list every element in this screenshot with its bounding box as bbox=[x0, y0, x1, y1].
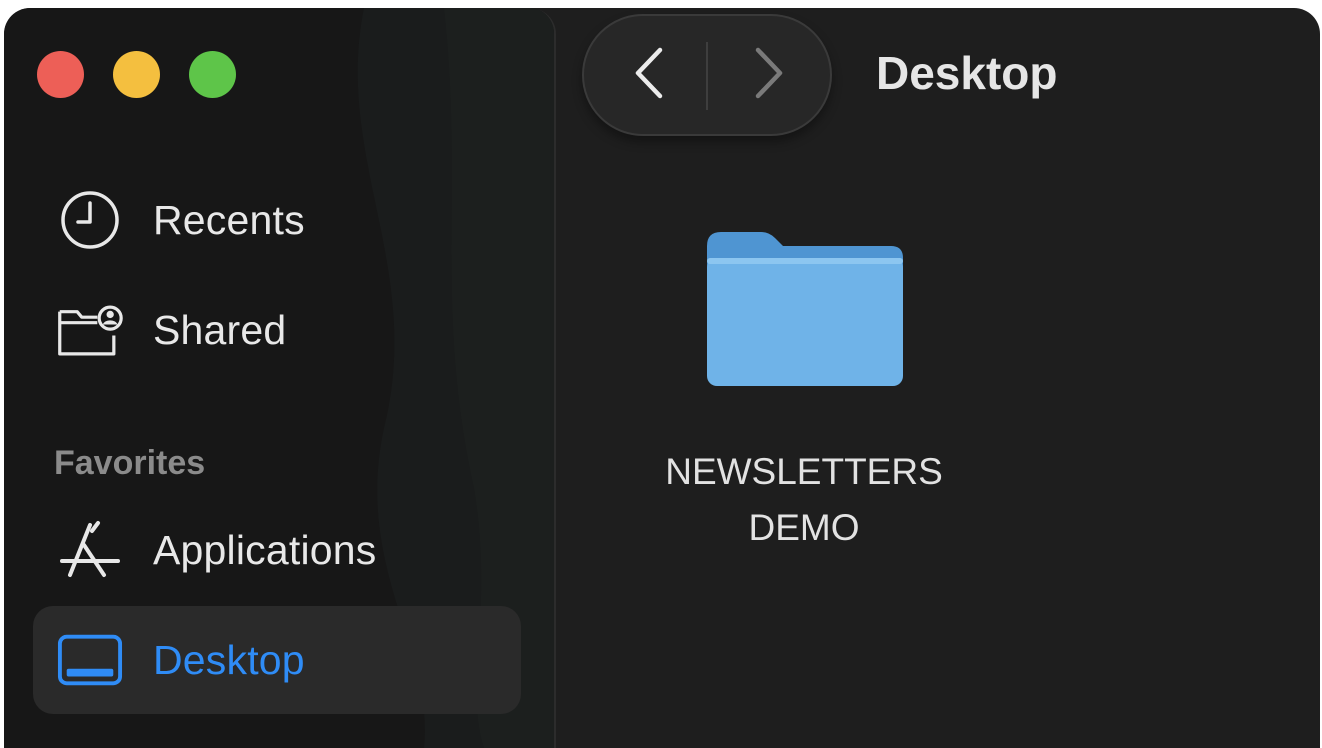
forward-button[interactable] bbox=[714, 16, 824, 134]
sidebar-item-applications[interactable]: Applications bbox=[33, 496, 521, 604]
minimize-button[interactable] bbox=[113, 51, 160, 98]
sidebar-item-shared[interactable]: Shared bbox=[33, 276, 521, 384]
navigation-buttons bbox=[582, 14, 832, 136]
chevron-left-icon bbox=[632, 46, 666, 105]
sidebar-item-desktop[interactable]: Desktop bbox=[33, 606, 521, 714]
window-title: Desktop bbox=[876, 47, 1058, 99]
sidebar-item-label: Applications bbox=[153, 526, 377, 573]
sidebar-item-recents[interactable]: Recents bbox=[33, 166, 521, 274]
desktop-icon bbox=[57, 627, 123, 693]
file-name-label: NEWSLETTERS DEMO bbox=[665, 451, 943, 548]
folder-icon bbox=[699, 218, 909, 388]
window-controls bbox=[37, 51, 236, 98]
finder-window: Recents Shared Favorites Applications De… bbox=[4, 8, 1320, 748]
sidebar-item-label: Shared bbox=[153, 306, 287, 353]
sidebar-item-label: Desktop bbox=[153, 636, 305, 683]
nav-divider bbox=[706, 42, 708, 110]
close-button[interactable] bbox=[37, 51, 84, 98]
applications-icon bbox=[57, 517, 123, 583]
zoom-button[interactable] bbox=[189, 51, 236, 98]
back-button[interactable] bbox=[594, 16, 704, 134]
file-item-folder[interactable]: NEWSLETTERS DEMO bbox=[644, 218, 964, 556]
shared-folder-icon bbox=[57, 297, 123, 363]
sidebar: Recents Shared Favorites Applications De… bbox=[4, 8, 556, 748]
sidebar-item-label: Recents bbox=[153, 196, 305, 243]
favorites-section-header: Favorites bbox=[54, 444, 206, 482]
clock-icon bbox=[57, 187, 123, 253]
chevron-right-icon bbox=[752, 46, 786, 105]
